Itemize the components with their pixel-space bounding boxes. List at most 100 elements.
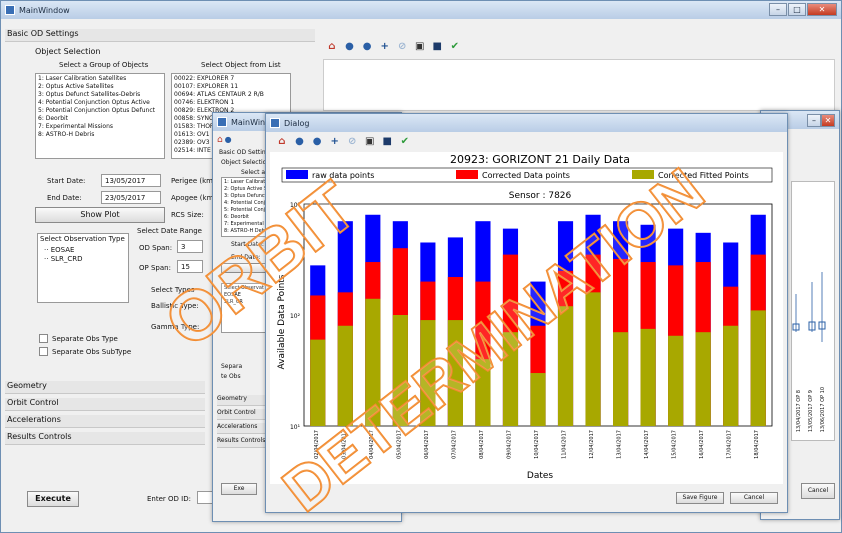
obs-type-heading: Select Observation Type (40, 235, 125, 243)
perigee-label: Perigee (km (171, 177, 213, 185)
legend-swatch-fitted (632, 170, 654, 179)
save-figure-button[interactable]: Save Figure (676, 492, 724, 504)
maximize-button[interactable]: □ (788, 3, 806, 16)
start-date-field[interactable]: 13/05/2017 (101, 174, 161, 187)
show-plot-button[interactable]: Show Plot (35, 207, 165, 223)
x-tick-label: 17/04/2017 (727, 430, 733, 459)
bar-corrected-fitted-points (365, 298, 381, 426)
dialog-check-icon[interactable]: ✔ (399, 136, 411, 148)
middle-object-selection: Object Selection (221, 159, 271, 166)
check-icon[interactable]: ✔ (449, 41, 461, 53)
zoom-icon[interactable]: ⊘ (396, 41, 408, 53)
separate-obs-subtype-checkbox[interactable] (39, 347, 48, 356)
x-axis-label: Dates (527, 471, 554, 481)
bar-corrected-fitted-points (475, 359, 491, 426)
middle-group-list-item[interactable]: 1: Laser Calibration (224, 179, 272, 186)
forward-icon[interactable]: ● (361, 41, 373, 53)
middle-obs-slr[interactable]: SLR_CR (224, 299, 268, 306)
date-range-heading: Select Date Range (137, 227, 202, 235)
group-list-item[interactable]: 6: Deorbit (38, 115, 162, 123)
end-date-field[interactable]: 23/05/2017 (101, 191, 161, 204)
accelerations-section[interactable]: Accelerations (5, 415, 205, 428)
object-list-item[interactable]: 00694: ATLAS CENTAUR 2 R/B (174, 91, 288, 99)
bar-corrected-fitted-points (310, 339, 326, 426)
dialog-home-icon[interactable]: ⌂ (276, 136, 288, 148)
execute-button[interactable]: Execute (27, 491, 79, 507)
dialog-cancel-button[interactable]: Cancel (730, 492, 778, 504)
bar-corrected-fitted-points (695, 332, 711, 426)
middle-back-icon[interactable]: ● (225, 135, 232, 144)
object-list-item[interactable]: 00746: ELEKTRON 1 (174, 99, 288, 107)
middle-execute-button[interactable]: Exe (221, 483, 257, 495)
close-button[interactable]: ✕ (807, 3, 837, 16)
x-tick-label: 04/04/2017 (369, 430, 375, 459)
basic-od-settings-header[interactable]: Basic OD Settings (5, 29, 315, 42)
middle-group-list-item[interactable]: 3: Optus Defunct Sa (224, 193, 272, 200)
object-list-item[interactable]: 00107: EXPLORER 11 (174, 83, 288, 91)
orbit-control-section[interactable]: Orbit Control (5, 398, 205, 411)
configure-icon[interactable]: ▣ (414, 41, 426, 53)
middle-group-list-item[interactable]: 8: ASTRO-H Debris (224, 228, 271, 235)
group-list-item[interactable]: 3: Optus Defunct Satellites-Debris (38, 91, 162, 99)
x-tick-label: 11/04/2017 (562, 430, 568, 459)
rcs-size-label: RCS Size: (171, 211, 204, 219)
separate-obs-type-checkbox[interactable] (39, 334, 48, 343)
x-tick-label: 12/04/2017 (589, 430, 595, 459)
dialog-title: Dialog (284, 118, 310, 128)
middle-group-list-item[interactable]: 7: Experimental Mi (224, 221, 271, 228)
back-icon[interactable]: ● (344, 41, 356, 53)
dialog-back-icon[interactable]: ● (294, 136, 306, 148)
group-list-item[interactable]: 1: Laser Calibration Satellites (38, 75, 162, 83)
dialog-configure-icon[interactable]: ▣ (364, 136, 376, 148)
obs-type-item-eosae[interactable]: ·· EOSAE (40, 246, 126, 255)
right-close-button[interactable]: ✕ (821, 113, 835, 127)
group-list-item[interactable]: 2: Optus Active Satellites (38, 83, 162, 91)
x-tick-label: 02/04/2017 (314, 430, 320, 459)
results-controls-section[interactable]: Results Controls (5, 432, 205, 445)
group-listbox[interactable]: 1: Laser Calibration Satellites 2: Optus … (35, 73, 165, 159)
group-list-item[interactable]: 5: Potential Conjunction Optus Defunct (38, 107, 162, 115)
dialog-forward-icon[interactable]: ● (311, 136, 323, 148)
group-list-item[interactable]: 7: Experimental Missions (38, 123, 162, 131)
obs-type-item-slr[interactable]: ·· SLR_CRD (40, 255, 126, 264)
op-span-spinbox[interactable]: 15 (177, 260, 203, 273)
right-cancel-button[interactable]: Cancel (801, 483, 835, 499)
x-tick-label: 07/04/2017 (451, 430, 457, 459)
home-icon[interactable]: ⌂ (326, 41, 338, 53)
apogee-label: Apogee (km (171, 194, 214, 202)
group-list-item[interactable]: 4: Potential Conjunction Optus Active (38, 99, 162, 107)
geometry-section[interactable]: Geometry (5, 381, 205, 394)
pan-icon[interactable]: + (379, 41, 391, 53)
group-heading: Select a Group of Objects (59, 61, 149, 69)
save-icon[interactable]: ■ (431, 41, 443, 53)
middle-group-list-item[interactable]: 2: Optus Active Sate (224, 186, 272, 193)
main-toolbar: ⌂ ● ● + ⊘ ▣ ■ ✔ (326, 41, 464, 53)
minimize-button[interactable]: – (769, 3, 787, 16)
dialog-save-icon[interactable]: ■ (381, 136, 393, 148)
dialog-toolbar: ⌂ ● ● + ⊘ ▣ ■ ✔ (276, 136, 414, 148)
middle-group-list-item[interactable]: 5: Potential Conju (224, 207, 270, 214)
group-list-item[interactable]: 8: ASTRO-H Debris (38, 131, 162, 139)
middle-group-list-item[interactable]: 4: Potential Conju (224, 200, 270, 207)
od-id-field[interactable] (197, 491, 213, 504)
right-date-label-1: 13/04/2017 OP 8 (796, 389, 802, 432)
chart-subtitle: Sensor : 7826 (509, 191, 572, 201)
object-selection-label: Object Selection (35, 47, 101, 56)
bar-corrected-fitted-points (668, 335, 684, 426)
right-minimize-button[interactable]: – (807, 113, 821, 127)
middle-start-date-label: Start Date: (231, 241, 264, 248)
object-list-item[interactable]: 00022: EXPLORER 7 (174, 75, 288, 83)
legend-label-fitted: Corrected Fitted Points (658, 171, 749, 180)
y-tick-label: 10² (290, 313, 301, 320)
middle-home-icon[interactable]: ⌂ (217, 135, 223, 145)
middle-separate-label: Separa (221, 363, 243, 370)
od-span-spinbox[interactable]: 3 (177, 240, 203, 253)
x-tick-label: 15/04/2017 (672, 430, 678, 459)
dialog-pan-icon[interactable]: + (329, 136, 341, 148)
dialog-zoom-icon[interactable]: ⊘ (346, 136, 358, 148)
legend-label-raw: raw data points (312, 171, 374, 180)
middle-obs-eosae[interactable]: EOSAE (224, 292, 268, 299)
chart-svg: 20923: GORIZONT 21 Daily Data raw data p… (277, 153, 773, 481)
middle-group-list-item[interactable]: 6: Deorbit (224, 214, 270, 221)
main-plot-area (323, 59, 835, 111)
